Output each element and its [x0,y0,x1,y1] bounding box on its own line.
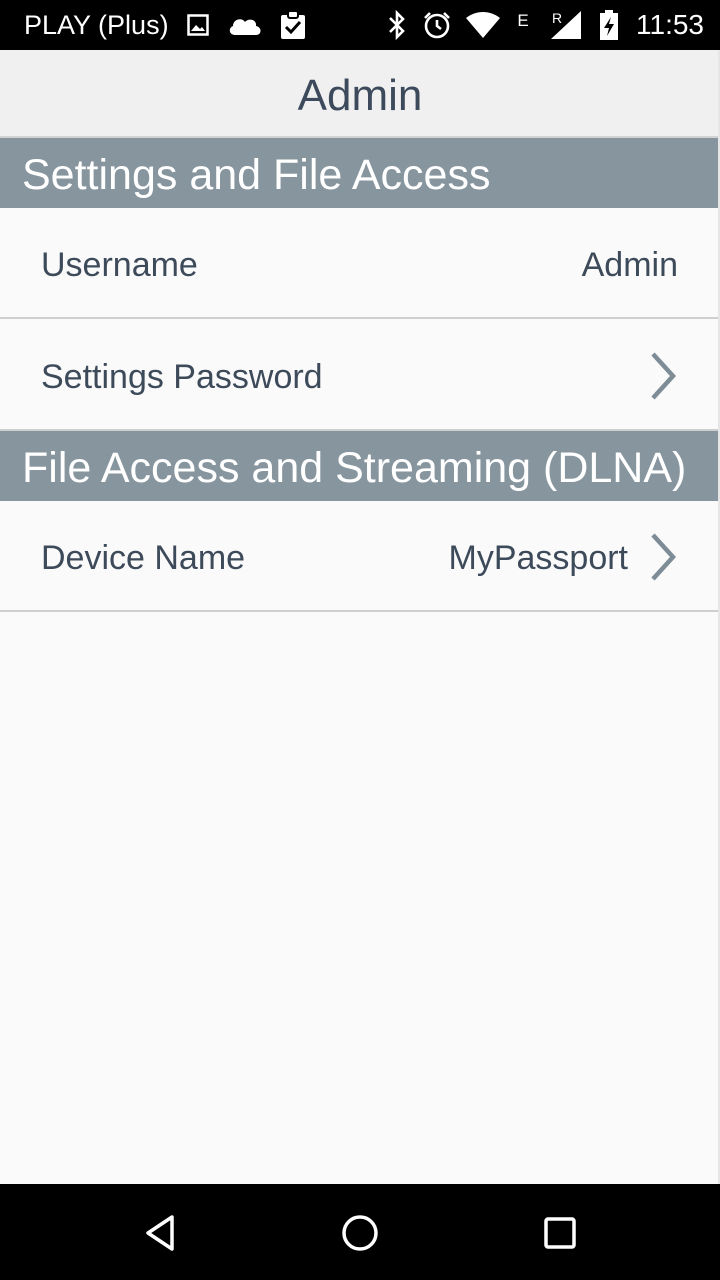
status-bar: PLAY (Plus) E R 11:53 [0,0,720,50]
network-type-label: E [517,11,529,30]
username-row[interactable]: Username Admin [0,208,718,319]
wifi-icon [464,8,502,42]
recents-icon[interactable] [535,1208,585,1258]
clock: 11:53 [636,9,704,40]
username-value: Admin [581,246,678,284]
section-header-settings: Settings and File Access [0,138,718,208]
navigation-bar [0,1184,720,1280]
chevron-right-icon [651,533,677,581]
page-title: Admin [297,71,423,120]
section-header-dlna: File Access and Streaming (DLNA) [0,431,718,501]
app-bar: Admin [0,50,720,138]
device-name-label: Device Name [41,539,246,577]
settings-password-row[interactable]: Settings Password [0,320,718,431]
alarm-icon [421,8,453,42]
back-icon[interactable] [135,1208,185,1258]
image-icon [186,8,210,42]
chevron-right-icon [651,352,677,400]
section-title: File Access and Streaming (DLNA) [22,444,687,492]
bluetooth-icon [384,8,410,42]
battery-charging-icon [596,8,622,42]
username-label: Username [41,246,198,284]
cloud-icon [226,8,264,42]
settings-password-label: Settings Password [41,358,323,396]
device-name-row[interactable]: Device Name MyPassport [0,501,718,612]
signal-icon: R [548,8,584,42]
carrier-label: PLAY (Plus) [24,10,169,40]
section-title: Settings and File Access [22,151,491,199]
home-icon[interactable] [335,1208,385,1258]
device-name-value: MyPassport [448,539,629,577]
clipboard-check-icon [278,8,308,42]
